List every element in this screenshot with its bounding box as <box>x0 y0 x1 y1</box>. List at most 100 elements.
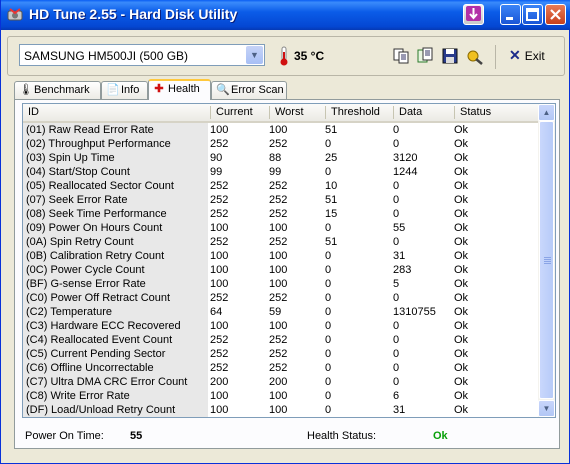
attribute-id: (09) Power On Hours Count <box>23 221 208 235</box>
threshold-value: 0 <box>325 250 332 262</box>
table-row[interactable]: (C5) Current Pending Sector 252 252 0 0 Ok <box>23 347 538 361</box>
threshold-value: 15 <box>325 208 338 220</box>
worst-value: 252 <box>269 138 288 150</box>
threshold-value: 0 <box>325 320 332 332</box>
column-header-data[interactable]: Data <box>393 106 454 119</box>
chevron-down-icon[interactable]: ▼ <box>246 46 263 64</box>
current-value: 100 <box>210 390 229 402</box>
threshold-value: 0 <box>325 348 332 360</box>
column-header-status[interactable]: Status <box>454 106 538 119</box>
worst-value: 99 <box>269 166 282 178</box>
raw-data-value: 31 <box>393 250 406 262</box>
raw-data-value: 0 <box>393 124 400 136</box>
status-value: Ok <box>454 320 469 332</box>
status-value: Ok <box>454 180 469 192</box>
worst-value: 100 <box>269 390 288 402</box>
column-header-current[interactable]: Current <box>210 106 269 119</box>
vertical-scrollbar[interactable]: ▲ ▼ <box>538 104 555 417</box>
table-row[interactable]: (07) Seek Error Rate 252 252 51 0 Ok <box>23 193 538 207</box>
status-value: Ok <box>454 152 469 164</box>
title-bar[interactable]: HD Tune 2.55 - Hard Disk Utility <box>1 0 570 30</box>
table-row[interactable]: (DF) Load/Unload Retry Count 100 100 0 31 Ok <box>23 403 538 417</box>
table-row[interactable]: (0B) Calibration Retry Count 100 100 0 31 Ok <box>23 249 538 263</box>
tab-info[interactable]: 📄Info <box>101 81 148 99</box>
current-value: 99 <box>210 166 223 178</box>
status-value: Ok <box>454 334 469 346</box>
worst-value: 252 <box>269 292 288 304</box>
save-icon[interactable] <box>441 47 459 65</box>
close-button[interactable] <box>545 4 566 25</box>
tab-error-scan[interactable]: 🔍Error Scan <box>211 81 287 99</box>
status-value: Ok <box>454 306 469 318</box>
raw-data-value: 55 <box>393 222 406 234</box>
down-arrow-icon <box>466 6 481 21</box>
current-value: 252 <box>210 334 229 346</box>
raw-data-value: 0 <box>393 138 400 150</box>
drive-select[interactable]: SAMSUNG HM500JI (500 GB) ▼ <box>19 44 265 66</box>
threshold-value: 51 <box>325 236 338 248</box>
table-row[interactable]: (C6) Offline Uncorrectable 252 252 0 0 Ok <box>23 361 538 375</box>
benchmark-icon: 🌡 <box>19 84 33 96</box>
worst-value: 100 <box>269 278 288 290</box>
status-value: Ok <box>454 264 469 276</box>
options-icon[interactable] <box>466 47 484 65</box>
raw-data-value: 0 <box>393 334 400 346</box>
threshold-value: 0 <box>325 334 332 346</box>
worst-value: 100 <box>269 222 288 234</box>
current-value: 252 <box>210 292 229 304</box>
table-row[interactable]: (02) Throughput Performance 252 252 0 0 Ok <box>23 137 538 151</box>
status-value: Ok <box>454 404 469 416</box>
scroll-thumb[interactable] <box>539 121 554 399</box>
smart-attributes-list[interactable]: ID Current Worst Threshold Data Status (… <box>22 103 556 418</box>
copy-all-icon[interactable] <box>416 47 434 65</box>
raw-data-value: 0 <box>393 348 400 360</box>
table-row[interactable]: (03) Spin Up Time 90 88 25 3120 Ok <box>23 151 538 165</box>
worst-value: 100 <box>269 264 288 276</box>
status-value: Ok <box>454 362 469 374</box>
raw-data-value: 0 <box>393 362 400 374</box>
attribute-id: (C2) Temperature <box>23 305 208 319</box>
table-row[interactable]: (C3) Hardware ECC Recovered 100 100 0 0 Ok <box>23 319 538 333</box>
table-row[interactable]: (05) Reallocated Sector Count 252 252 10 0 Ok <box>23 179 538 193</box>
download-button[interactable] <box>463 4 484 25</box>
exit-button[interactable]: ✕ Exit <box>509 47 545 64</box>
worst-value: 100 <box>269 404 288 416</box>
table-row[interactable]: (C7) Ultra DMA CRC Error Count 200 200 0 0 Ok <box>23 375 538 389</box>
table-row[interactable]: (0C) Power Cycle Count 100 100 0 283 Ok <box>23 263 538 277</box>
attribute-id: (01) Raw Read Error Rate <box>23 123 208 137</box>
raw-data-value: 5 <box>393 278 400 290</box>
worst-value: 100 <box>269 124 288 136</box>
health-cross-icon: ✚ <box>154 83 164 95</box>
thermometer-icon <box>280 46 288 66</box>
table-row[interactable]: (0A) Spin Retry Count 252 252 51 0 Ok <box>23 235 538 249</box>
table-row[interactable]: (01) Raw Read Error Rate 100 100 51 0 Ok <box>23 123 538 137</box>
tab-health[interactable]: ✚ Health <box>148 79 211 100</box>
table-row[interactable]: (BF) G-sense Error Rate 100 100 0 5 Ok <box>23 277 538 291</box>
column-header-id[interactable]: ID <box>23 106 210 119</box>
attribute-id: (08) Seek Time Performance <box>23 207 208 221</box>
maximize-button[interactable] <box>522 4 543 25</box>
table-row[interactable]: (C2) Temperature 64 59 0 1310755 Ok <box>23 305 538 319</box>
column-header-threshold[interactable]: Threshold <box>325 106 393 119</box>
current-value: 252 <box>210 180 229 192</box>
threshold-value: 0 <box>325 264 332 276</box>
table-row[interactable]: (09) Power On Hours Count 100 100 0 55 Ok <box>23 221 538 235</box>
table-row[interactable]: (08) Seek Time Performance 252 252 15 0 Ok <box>23 207 538 221</box>
tab-benchmark[interactable]: 🌡Benchmark <box>14 81 101 99</box>
scroll-up-button[interactable]: ▲ <box>538 104 555 121</box>
exit-icon: ✕ <box>509 47 521 63</box>
table-row[interactable]: (C4) Reallocated Event Count 252 252 0 0 Ok <box>23 333 538 347</box>
table-row[interactable]: (04) Start/Stop Count 99 99 0 1244 Ok <box>23 165 538 179</box>
table-row[interactable]: (C8) Write Error Rate 100 100 0 6 Ok <box>23 389 538 403</box>
minimize-button[interactable] <box>500 4 521 25</box>
status-value: Ok <box>454 166 469 178</box>
current-value: 100 <box>210 404 229 416</box>
copy-icon[interactable] <box>392 47 410 65</box>
health-panel: ID Current Worst Threshold Data Status (… <box>14 99 560 449</box>
column-header-worst[interactable]: Worst <box>269 106 325 119</box>
status-value: Ok <box>454 390 469 402</box>
window-title: HD Tune 2.55 - Hard Disk Utility <box>29 6 238 22</box>
scroll-down-button[interactable]: ▼ <box>538 400 555 417</box>
worst-value: 100 <box>269 250 288 262</box>
table-row[interactable]: (C0) Power Off Retract Count 252 252 0 0 Ok <box>23 291 538 305</box>
